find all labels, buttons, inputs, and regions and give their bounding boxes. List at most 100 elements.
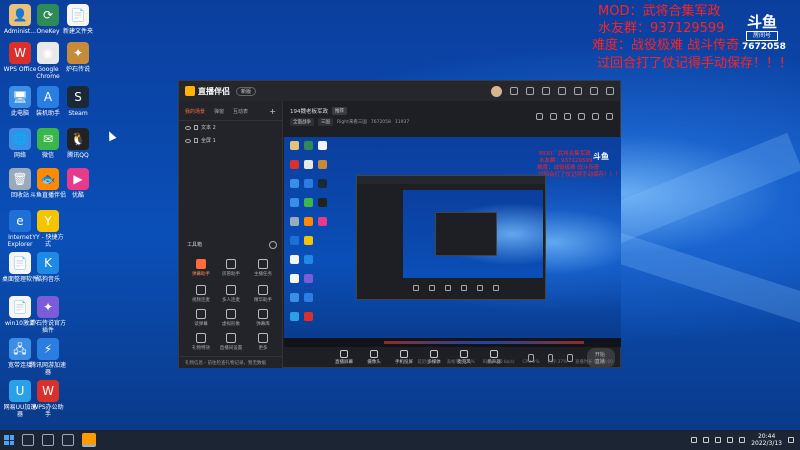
desktop-app-icon: Y (37, 210, 59, 232)
app-brand: 直播伴侣 (185, 86, 230, 97)
overlay-save-reminder: 过回合打了仗记得手动保存！！！ (597, 56, 793, 71)
toolbox-tool[interactable]: 房管助手 (217, 259, 245, 277)
eye-icon[interactable] (185, 138, 191, 143)
category-tag[interactable]: 全面战争 (290, 118, 314, 126)
desktop-icon[interactable]: Y YY - 快捷方式 (30, 210, 66, 248)
nested-controls (403, 283, 543, 293)
tool-icon (258, 259, 268, 269)
share-icon[interactable] (606, 113, 613, 120)
toolbox-tool[interactable]: 主播任务 (249, 259, 277, 277)
user-avatar[interactable] (491, 85, 502, 97)
room-tag: 推荐 (332, 107, 347, 115)
preview-desktop-icon (304, 236, 313, 245)
maximize-icon[interactable] (590, 87, 598, 95)
version-pill[interactable]: 新版 (236, 86, 257, 96)
toolbox-tool[interactable]: 礼物特效 (187, 333, 215, 351)
desktop-icon-label: YY - 快捷方式 (32, 234, 64, 248)
nested-control-icon (493, 285, 499, 291)
desktop-icon[interactable]: ▶ 优酷 (60, 168, 96, 199)
toolbox-tool[interactable]: 弹幕库 (249, 309, 277, 327)
tool-label: 礼物特效 (192, 346, 210, 351)
desktop-icon[interactable]: S Steam (60, 86, 96, 117)
message-icon[interactable] (510, 87, 518, 95)
preview-desktop-icon (318, 198, 327, 207)
tool-icon (196, 333, 206, 343)
tab-interaction[interactable]: 互动表 (233, 108, 248, 115)
scene-sidebar: 我的场景 弹窗 互动表 + 文本 2 全屏 1 工具箱 弹幕助手 房管助手 主播任务… (179, 101, 283, 368)
tool-label: 视频连麦 (192, 298, 210, 303)
add-scene-button[interactable]: + (269, 107, 276, 116)
desktop-app-icon: 📄 (9, 252, 31, 274)
tool-icon (258, 333, 268, 343)
bell-icon[interactable] (592, 113, 599, 120)
desktop-icon[interactable]: 📄 新建文件夹 (60, 4, 96, 35)
tool-label: 房管助手 (222, 272, 240, 277)
desktop-app-icon: W (37, 380, 59, 402)
douyu-taskbar-icon[interactable] (82, 433, 96, 447)
tray-app-icon[interactable] (703, 437, 710, 443)
toolbox-tool[interactable]: 视频连麦 (187, 285, 215, 303)
toolbox-tool[interactable]: 弹幕助手 (187, 259, 215, 277)
toolbox-tool[interactable]: 读弹幕 (187, 309, 215, 327)
toolbox-toggle-icon[interactable] (269, 241, 277, 249)
network-icon[interactable] (715, 437, 722, 443)
start-icon[interactable] (4, 435, 14, 445)
preview-desktop-icon (318, 217, 327, 226)
desktop-app-icon: 👤 (9, 4, 31, 26)
settings-icon[interactable] (542, 87, 550, 95)
desktop-icon[interactable]: ✦ 炉石传说 (60, 42, 96, 73)
skin-icon[interactable] (526, 87, 534, 95)
eye-icon[interactable] (185, 125, 191, 130)
toolbox-tool[interactable]: 直播间设置 (217, 333, 245, 351)
desktop-icon[interactable]: K 酷狗音乐 (30, 252, 66, 283)
bag-icon[interactable] (550, 113, 557, 120)
desktop-icon-label: 腾讯网游加速器 (30, 362, 67, 376)
desktop-icon[interactable]: W WPS办公助手 (30, 380, 66, 418)
subcategory-tag[interactable]: 三国 (318, 118, 333, 126)
tab-my-scenes[interactable]: 我的场景 (185, 108, 205, 115)
preview-desktop-icon (318, 160, 327, 169)
ime-icon[interactable] (739, 437, 746, 443)
tool-icon (196, 259, 206, 269)
minimize-icon[interactable] (574, 87, 582, 95)
stream-preview[interactable]: MOD：武将合集军政 水友群：937129599 难度：战役极难 战斗传奇 过回… (284, 137, 621, 347)
tab-popup[interactable]: 弹窗 (214, 108, 224, 115)
room-title[interactable]: 194魏老板军政 (290, 107, 328, 115)
toolbox-tool[interactable]: 精华助手 (249, 285, 277, 303)
preview-desktop-icon (290, 312, 299, 321)
lock-icon[interactable] (194, 138, 198, 143)
preview-desktop-icon (290, 160, 299, 169)
tray-up-icon[interactable] (691, 437, 698, 443)
desktop-icon-label: 优酷 (71, 192, 84, 199)
desktop-icon[interactable]: ✦ 炉石传说官方插件 (30, 296, 66, 334)
toolbox-tool[interactable]: 虚拟形象 (217, 309, 245, 327)
tool-label: 弹幕库 (256, 322, 270, 327)
tool-icon (226, 285, 236, 295)
gift-icon[interactable] (536, 113, 543, 120)
desktop-app-icon: 🖧 (9, 338, 31, 360)
desktop-app-icon: ◉ (37, 42, 59, 64)
save-icon[interactable] (578, 113, 585, 120)
preview-desktop-icon (304, 160, 313, 169)
preview-douyu-logo: 斗鱼 (593, 151, 609, 161)
lock-icon[interactable] (564, 113, 571, 120)
nested-control-icon (461, 285, 467, 291)
lock-icon[interactable] (194, 125, 198, 130)
tool-label: 虚拟形象 (222, 322, 240, 327)
task-view-icon[interactable] (42, 434, 54, 446)
toolbox-tool[interactable]: 多人连麦 (217, 285, 245, 303)
desktop-icon[interactable]: 🐧 腾讯QQ (60, 128, 96, 159)
clock[interactable]: 20:44 2022/3/13 (751, 433, 782, 447)
volume-icon[interactable] (727, 437, 734, 443)
desktop-icon[interactable]: ⚡ 腾讯网游加速器 (30, 338, 66, 376)
notification-icon[interactable] (788, 437, 794, 443)
tool-label: 直播间设置 (219, 346, 243, 351)
toolbox-tool[interactable]: 更多 (249, 333, 277, 351)
desktop-icon-label: Steam (68, 110, 88, 117)
file-explorer-icon[interactable] (62, 434, 74, 446)
close-icon[interactable] (606, 87, 614, 95)
scene-item[interactable]: 全屏 1 (179, 134, 282, 147)
menu-icon[interactable] (558, 87, 566, 95)
search-icon[interactable] (22, 434, 34, 446)
scene-item[interactable]: 文本 2 (179, 121, 282, 134)
